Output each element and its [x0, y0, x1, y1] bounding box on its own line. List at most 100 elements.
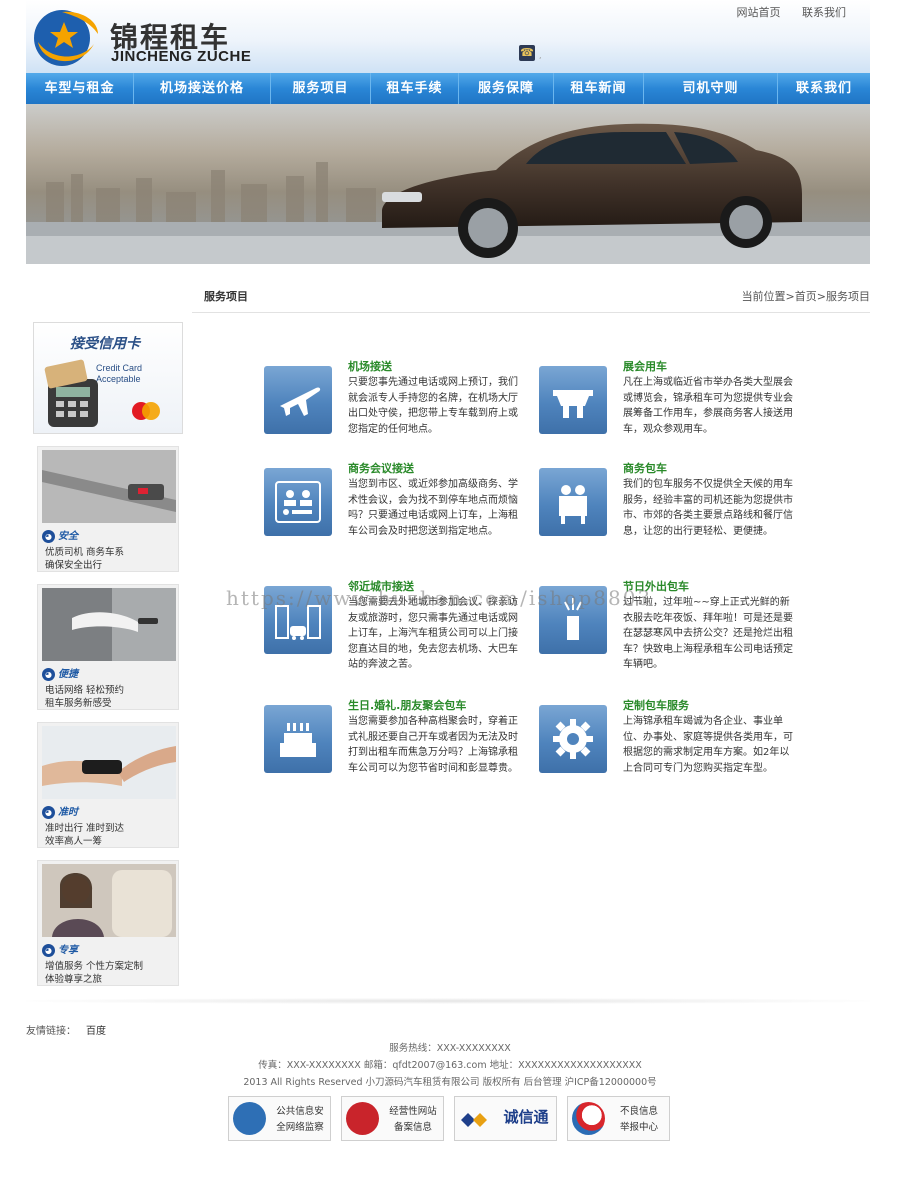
- feature-line: 体验尊享之旅: [45, 974, 103, 985]
- site-logo[interactable]: 锦程租车 JINCHENG ZUCHE: [32, 4, 262, 68]
- footer-badges: 公共信息安全网络监察 经营性网站备案信息 诚信通 不良信息举报中心: [228, 1096, 670, 1141]
- feature-line: 优质司机 商务车系: [45, 547, 125, 558]
- service-desc: 上海锦承租车竭诚为各企业、事业单位、办事处、家庭等提供各类用车，可根据您的需求制…: [623, 716, 793, 774]
- credit-card-ad[interactable]: 接受信用卡 Credit Card Acceptable: [33, 322, 183, 434]
- feature-tag-label: 准时: [58, 807, 78, 818]
- nav-item-driver-rules[interactable]: 司机守则: [644, 73, 778, 104]
- feature-tag: ◕ 专享: [42, 941, 78, 957]
- footer-contact: 传真：XXX-XXXXXXXX 邮箱：qfdt2007@163.com 地址：X…: [258, 1060, 642, 1071]
- nav-item-services[interactable]: 服务项目: [271, 73, 371, 104]
- feature-tag: ◕ 便捷: [42, 665, 78, 681]
- nav-item-guarantee[interactable]: 服务保障: [459, 73, 554, 104]
- page-title: 服务项目: [204, 290, 248, 303]
- feature-line: 准时出行 准时到达: [45, 823, 125, 834]
- badge-text: 诚信通: [503, 1108, 549, 1126]
- nav-item-models[interactable]: 车型与租金: [26, 73, 134, 104]
- badge-report-center[interactable]: 不良信息 举报中心: [567, 1096, 670, 1141]
- logo-swoosh-icon: [34, 10, 98, 66]
- badge-text: 经营性网站 备案信息: [384, 1104, 442, 1136]
- service-title[interactable]: 商务会议接送: [348, 460, 414, 476]
- friend-links: 友情链接： 百度: [26, 1022, 106, 1037]
- badge-text: 公共信息安全网络监察: [271, 1104, 329, 1136]
- record-seal-icon: [346, 1102, 379, 1135]
- badge-line1: 公共信息安: [276, 1106, 324, 1117]
- diamond-logo-icon: [461, 1113, 487, 1127]
- airplane-icon: [264, 366, 332, 434]
- watermark-text: https://www.huzhan.com/ishop8803: [226, 586, 653, 610]
- feature-tag-label: 便捷: [58, 669, 78, 680]
- feature-line: 效率高人一筹: [45, 836, 103, 847]
- footer-hotline: 服务热线：XXX-XXXXXXXX: [389, 1043, 511, 1054]
- business-people-icon: [539, 468, 607, 536]
- report-center-icon: [572, 1102, 605, 1135]
- feature-badge-icon: ◕: [42, 944, 55, 957]
- badge-network-security[interactable]: 公共信息安全网络监察: [228, 1096, 331, 1141]
- friend-link-baidu[interactable]: 百度: [86, 1026, 106, 1037]
- feature-box-exclusive[interactable]: ◕ 专享 增值服务 个性方案定制 体验尊享之旅: [37, 860, 179, 986]
- feature-box-convenience[interactable]: ◕ 便捷 电话网络 轻松预约 租车服务新感受: [37, 584, 179, 710]
- feature-box-safety[interactable]: ◕ 安全 优质司机 商务车系 确保安全出行: [37, 446, 179, 572]
- feature-badge-icon: ◕: [42, 530, 55, 543]
- site-header: 锦程租车 JINCHENG ZUCHE 网站首页 联系我们 ☎ ,: [26, 0, 870, 73]
- service-desc: 我们的包车服务不仅提供全天候的用车服务，经验丰富的司机还能为您提供市市、市郊的各…: [623, 479, 793, 537]
- main-nav: 车型与租金 机场接送价格 服务项目 租车手续 服务保障 租车新闻 司机守则 联系…: [26, 73, 870, 104]
- service-title[interactable]: 商务包车: [623, 460, 667, 476]
- feature-line: 电话网络 轻松预约: [45, 685, 125, 696]
- hero-banner: [26, 104, 870, 264]
- service-title[interactable]: 机场接送: [348, 358, 392, 374]
- nav-item-contact[interactable]: 联系我们: [778, 73, 870, 104]
- title-divider: [192, 312, 870, 313]
- passenger-photo: [42, 864, 176, 937]
- car-key-photo: [42, 726, 176, 799]
- footer-copyright: 2013 All Rights Reserved 小刀源码汽车租赁有限公司 版权…: [243, 1077, 657, 1088]
- card-terminal-icon: [44, 359, 98, 427]
- badge-line2: 举报中心: [619, 1122, 658, 1133]
- nav-item-procedures[interactable]: 租车手续: [371, 73, 459, 104]
- sidebar: 接受信用卡 Credit Card Acceptable ◕ 安全 优质司机 商务…: [33, 322, 183, 986]
- feature-badge-icon: ◕: [42, 668, 55, 681]
- service-desc: 当您需要参加各种高档聚会时，穿着正式礼服还要自己开车或者因为无法及时打到出租车而…: [348, 716, 518, 774]
- badge-line1: 经营性网站: [389, 1106, 437, 1117]
- feature-box-punctual[interactable]: ◕ 准时 准时出行 准时到达 效率高人一筹: [37, 722, 179, 848]
- police-shield-icon: [233, 1102, 266, 1135]
- feature-tag-label: 专享: [58, 945, 78, 956]
- breadcrumb: 当前位置>首页>服务项目: [741, 290, 870, 303]
- service-title[interactable]: 定制包车服务: [623, 697, 689, 713]
- service-desc: 凡在上海或临近省市举办各类大型展会或博览会，锦承租车可为您提供专业会展筹备工作用…: [623, 377, 793, 435]
- credit-card-title: 接受信用卡: [70, 336, 140, 352]
- exhibition-icon: [539, 366, 607, 434]
- service-title[interactable]: 生日.婚礼.朋友聚会包车: [348, 697, 466, 713]
- badge-line2: 备案信息: [393, 1122, 432, 1133]
- cake-icon: [264, 705, 332, 773]
- car-banner-image: [26, 104, 870, 264]
- service-title[interactable]: 展会用车: [623, 358, 667, 374]
- friend-links-label: 友情链接：: [26, 1026, 76, 1037]
- logo-english-text: JINCHENG ZUCHE: [111, 48, 252, 65]
- service-desc: 只要您事先通过电话或网上预订，我们就会派专人手持您的名牌，在机场大厅出口处守侯，…: [348, 377, 518, 435]
- top-link-home[interactable]: 网站首页: [737, 6, 781, 19]
- car-door-photo: [42, 588, 176, 661]
- nav-item-news[interactable]: 租车新闻: [554, 73, 644, 104]
- badge-line1: 不良信息: [619, 1106, 658, 1117]
- feature-tag: ◕ 准时: [42, 803, 78, 819]
- top-link-contact[interactable]: 联系我们: [802, 6, 846, 19]
- meeting-icon: [264, 468, 332, 536]
- mastercard-icon: [132, 402, 160, 420]
- feature-line: 增值服务 个性方案定制: [45, 961, 144, 972]
- service-desc: 当您到市区、或近郊参加高级商务、学术性会议，会为找不到停车地点而烦恼吗？只要通过…: [348, 479, 518, 537]
- badge-site-record[interactable]: 经营性网站 备案信息: [341, 1096, 444, 1141]
- seatbelt-photo: [42, 450, 176, 523]
- feature-line: 确保安全出行: [45, 560, 103, 571]
- badge-line2: 全网络监察: [276, 1122, 324, 1133]
- top-links: 网站首页 联系我们: [719, 4, 847, 20]
- phone-icon: ☎: [519, 45, 535, 61]
- feature-line: 租车服务新感受: [45, 698, 112, 709]
- gear-icon: [539, 705, 607, 773]
- badge-credibility[interactable]: 诚信通: [454, 1096, 557, 1141]
- feature-tag: ◕ 安全: [42, 527, 78, 543]
- footer-divider: [26, 998, 870, 1004]
- badge-text: 不良信息 举报中心: [610, 1104, 668, 1136]
- nav-item-airport-price[interactable]: 机场接送价格: [134, 73, 271, 104]
- phone-separator: ,: [539, 51, 542, 60]
- feature-badge-icon: ◕: [42, 806, 55, 819]
